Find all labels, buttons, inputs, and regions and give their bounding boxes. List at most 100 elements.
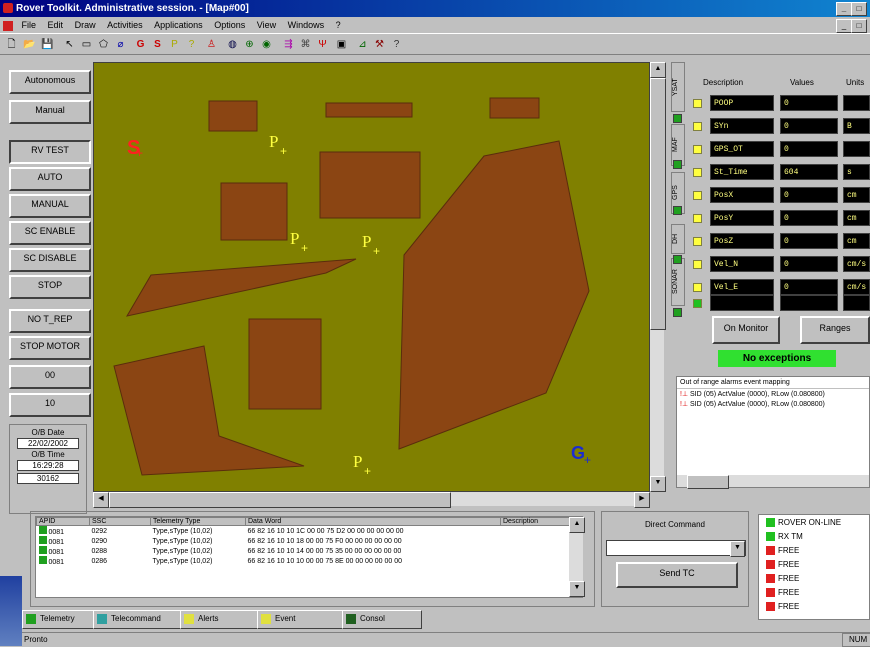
pointer-icon[interactable]: ↖ (62, 37, 77, 52)
tab-telecommand[interactable]: Telecommand (93, 610, 181, 629)
scroll-thumb[interactable] (650, 78, 666, 330)
param-value: 0 (780, 279, 838, 295)
polygon-icon[interactable]: ⬠ (96, 37, 111, 52)
mdi-minimize-button[interactable]: _ (836, 19, 852, 33)
window-title: Rover Toolkit. Administrative session. -… (16, 3, 249, 14)
rv-test-button[interactable]: RV TEST (9, 140, 91, 164)
menu-windows[interactable]: Windows (288, 17, 325, 33)
rover-icon[interactable]: ♙ (204, 37, 219, 52)
tab-telemetry[interactable]: Telemetry (22, 610, 94, 629)
button-10[interactable]: 10 (9, 393, 91, 417)
telemetry-scrollbar[interactable]: ▲ ▼ (569, 517, 585, 597)
menu-view[interactable]: View (257, 17, 276, 33)
log-hscrollbar[interactable] (677, 475, 869, 489)
monitor-icon[interactable]: ▣ (334, 37, 349, 52)
tab-ysat[interactable]: YSAT (671, 62, 685, 112)
manual-mode-button[interactable]: Manual (9, 100, 91, 124)
col-telemetry-type[interactable]: Telemetry Type (150, 517, 246, 526)
mdi-restore-button[interactable]: □ (851, 19, 867, 33)
status-indicator (766, 532, 775, 542)
waypoint-marker[interactable]: P (353, 452, 362, 471)
obstacle (319, 151, 421, 219)
path-icon[interactable]: ⇶ (281, 37, 296, 52)
query-waypoint-icon[interactable]: ? (184, 37, 199, 52)
antenna-icon[interactable]: Ψ (315, 37, 330, 52)
button-00[interactable]: 00 (9, 365, 91, 389)
scroll-down-icon[interactable]: ▼ (650, 476, 666, 492)
command-select[interactable]: ▼ (606, 540, 746, 557)
chevron-down-icon[interactable]: ▼ (730, 541, 745, 557)
sc-disable-button[interactable]: SC DISABLE (9, 248, 91, 272)
stop-button[interactable]: STOP (9, 275, 91, 299)
auto-button[interactable]: AUTO (9, 167, 91, 191)
ranges-button[interactable]: Ranges (800, 316, 870, 344)
chart-icon[interactable]: ⊿ (355, 37, 370, 52)
new-icon[interactable]: 🗋 (4, 37, 19, 52)
tab-alerts[interactable]: Alerts (180, 610, 258, 629)
tab-dh[interactable]: DH (671, 224, 685, 254)
param-unit: s (843, 164, 870, 180)
menu-options[interactable]: Options (214, 17, 245, 33)
target-icon[interactable]: ⊕ (242, 37, 257, 52)
stop-motor-button[interactable]: STOP MOTOR (9, 336, 91, 360)
open-icon[interactable]: 📂 (22, 37, 37, 52)
exceptions-log[interactable]: Out of range alarms event mapping !⊥ SID… (676, 376, 870, 489)
goal-marker[interactable]: G (571, 443, 585, 463)
send-tc-button[interactable]: Send TC (616, 562, 738, 588)
col-ssc[interactable]: SSC (89, 517, 151, 526)
waypoint-tool-icon[interactable]: P (167, 37, 182, 52)
menu-applications[interactable]: Applications (154, 17, 203, 33)
autonomous-button[interactable]: Autonomous (9, 70, 91, 94)
app-icon (3, 3, 13, 13)
goal-tool-icon[interactable]: G (133, 37, 148, 52)
telemetry-table[interactable]: APID SSC Telemetry Type Data Word Descri… (35, 516, 583, 598)
maximize-button[interactable]: □ (851, 2, 867, 16)
manual-button[interactable]: MANUAL (9, 194, 91, 218)
scroll-thumb[interactable] (687, 475, 729, 489)
status-indicator (766, 560, 775, 570)
menu-edit[interactable]: Edit (48, 17, 64, 33)
table-row[interactable]: 0081 0288 Type,sType (10,02) 66 82 16 10 10… (37, 546, 582, 556)
waypoint-marker[interactable]: P (269, 132, 278, 151)
help-icon[interactable]: ? (389, 37, 404, 52)
on-monitor-button[interactable]: On Monitor (712, 316, 780, 344)
param-unit (843, 295, 870, 311)
save-icon[interactable]: 💾 (40, 37, 55, 52)
tools-icon[interactable]: ⚒ (372, 37, 387, 52)
tab-sonar[interactable]: SONAR (671, 258, 685, 306)
start-tool-icon[interactable]: S (150, 37, 165, 52)
erase-icon[interactable]: ⌀ (113, 37, 128, 52)
scroll-right-icon[interactable]: ▶ (634, 492, 650, 508)
map-canvas[interactable]: S + P + P + P + P + G + (93, 62, 650, 492)
waypoint-marker[interactable]: P (362, 232, 371, 251)
map-vertical-scrollbar[interactable]: ▲ ▼ (650, 62, 666, 492)
scroll-left-icon[interactable]: ◀ (93, 492, 109, 508)
table-row[interactable]: 0081 0290 Type,sType (10,02) 66 82 16 10 10… (37, 536, 582, 546)
globe-icon[interactable]: ◍ (225, 37, 240, 52)
col-apid[interactable]: APID (36, 517, 90, 526)
scroll-thumb[interactable] (109, 492, 451, 508)
menu-help[interactable]: ? (336, 17, 341, 33)
scroll-down-icon[interactable]: ▼ (569, 581, 585, 597)
table-row[interactable]: 0081 0286 Type,sType (10,02) 66 82 16 10 10… (37, 556, 582, 566)
rectangle-icon[interactable]: ▭ (79, 37, 94, 52)
command-panel: Direct Command ▼ Send TC (601, 511, 749, 607)
navigate-icon[interactable]: ◉ (259, 37, 274, 52)
menu-activities[interactable]: Activities (107, 17, 143, 33)
minimize-button[interactable]: _ (836, 2, 852, 16)
menu-file[interactable]: File (22, 17, 37, 33)
tab-event[interactable]: Event (257, 610, 343, 629)
grid-icon[interactable]: ⌘ (298, 37, 313, 52)
sc-enable-button[interactable]: SC ENABLE (9, 221, 91, 245)
col-data-word[interactable]: Data Word (245, 517, 501, 526)
param-desc: PosX (710, 187, 774, 203)
scroll-up-icon[interactable]: ▲ (650, 62, 666, 78)
table-row[interactable]: 0081 0292 Type,sType (10,02) 66 82 16 10 10… (37, 526, 582, 536)
no-t-rep-button[interactable]: NO T_REP (9, 309, 91, 333)
scroll-up-icon[interactable]: ▲ (569, 517, 585, 533)
menu-draw[interactable]: Draw (75, 17, 96, 33)
waypoint-marker[interactable]: P (290, 229, 299, 248)
tab-consol[interactable]: Consol (342, 610, 422, 629)
waypoint-cross: + (364, 464, 371, 478)
map-horizontal-scrollbar[interactable]: ◀ ▶ (93, 492, 650, 508)
